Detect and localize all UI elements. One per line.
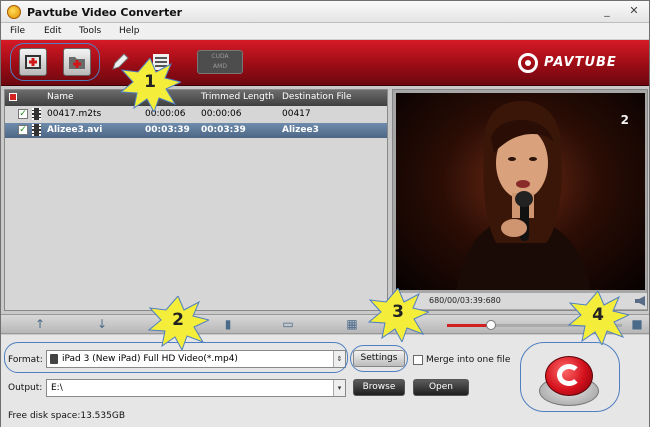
menu-file[interactable]: File (10, 26, 25, 36)
menu-edit[interactable]: Edit (44, 26, 61, 36)
output-label: Output: (8, 383, 43, 393)
file-name: Alizee3.avi (47, 125, 103, 135)
video-preview[interactable]: 2 (396, 93, 645, 290)
move-down-icon[interactable]: ↓ (95, 318, 109, 331)
merge-label: Merge into one file (426, 355, 511, 365)
app-icon (7, 5, 21, 19)
singer-video-frame (456, 101, 591, 290)
playback-time: 680/00/03:39:680 (429, 296, 501, 305)
file-trimmed-length: 00:03:39 (201, 125, 246, 135)
merge-checkbox[interactable] (413, 355, 423, 365)
playback-slider-fill (447, 324, 489, 327)
callout-number-2: 2 (172, 310, 184, 330)
file-icon (32, 108, 41, 120)
window-title: Pavtube Video Converter (27, 6, 183, 19)
column-trimmed-length[interactable]: Trimmed Length (201, 92, 274, 102)
snapshot-icon[interactable]: ■ (630, 318, 644, 331)
row-checkbox[interactable]: ✓ (18, 125, 28, 135)
file-list: Name Trimmed Length Destination File ✓ 0… (4, 89, 388, 311)
file-row[interactable]: ✓ 00417.m2ts 00:00:06 00:00:06 00417 (5, 107, 387, 122)
callout-number-1: 1 (144, 72, 156, 92)
control-bar: ↑ ↓ ▮ ▭ ▦ ■ (1, 314, 649, 334)
callout-outline-1 (10, 43, 100, 81)
file-trimmed-length: 00:00:06 (201, 109, 242, 119)
channel-logo: 2 (620, 113, 629, 127)
app-window: Pavtube Video Converter _ ✕ File Edit To… (0, 0, 650, 427)
callout-outline-4 (520, 342, 620, 412)
menu-bar: File Edit Tools Help (1, 23, 649, 40)
browse-button[interactable]: Browse (353, 379, 405, 396)
brand-text: PAVTUBE (544, 55, 617, 70)
open-button[interactable]: Open (413, 379, 469, 396)
output-field[interactable]: E:\ ▾ (46, 379, 346, 397)
row-checkbox[interactable]: ✓ (18, 109, 28, 119)
file-row-selected[interactable]: ✓ Alizee3.avi 00:03:39 00:03:39 Alizee3 (5, 123, 387, 138)
properties-icon[interactable]: ▭ (281, 318, 295, 331)
file-destination: 00417 (282, 109, 311, 119)
preview-panel: 2 680/00/03:39:680 (392, 89, 648, 311)
column-name[interactable]: Name (47, 92, 74, 102)
delete-icon[interactable]: ▮ (221, 318, 235, 331)
brand-ring-icon (518, 53, 538, 73)
playback-slider-knob[interactable] (486, 320, 496, 330)
callout-star-4: 4 (567, 291, 629, 345)
volume-icon[interactable] (635, 296, 645, 306)
callout-star-2: 2 (147, 296, 209, 350)
select-all-checkbox[interactable] (9, 93, 17, 101)
callout-star-3: 3 (367, 288, 429, 342)
cuda-amd-badge: CUDA AMD (197, 50, 243, 74)
callout-outline-3 (350, 345, 408, 372)
amd-label: AMD (213, 63, 227, 70)
callout-number-3: 3 (392, 302, 404, 322)
file-name: 00417.m2ts (47, 109, 102, 119)
menu-tools[interactable]: Tools (79, 26, 101, 36)
move-up-icon[interactable]: ↑ (33, 318, 47, 331)
minimize-button[interactable]: _ (599, 4, 615, 19)
free-disk-space: Free disk space:13.535GB (8, 411, 126, 421)
merge-icon[interactable]: ▦ (345, 318, 359, 331)
cuda-label: CUDA (211, 53, 229, 60)
file-list-header: Name Trimmed Length Destination File (5, 90, 387, 106)
file-duration: 00:03:39 (145, 125, 190, 135)
callout-number-4: 4 (592, 305, 604, 325)
title-bar: Pavtube Video Converter _ ✕ (1, 1, 649, 23)
callout-star-1: 1 (119, 58, 181, 112)
file-destination: Alizee3 (282, 125, 319, 135)
close-button[interactable]: ✕ (626, 4, 642, 19)
output-value: E:\ (51, 383, 63, 393)
menu-help[interactable]: Help (119, 26, 140, 36)
column-destination[interactable]: Destination File (282, 92, 352, 102)
file-icon (32, 124, 41, 136)
output-dropdown-arrow-icon[interactable]: ▾ (333, 380, 345, 396)
